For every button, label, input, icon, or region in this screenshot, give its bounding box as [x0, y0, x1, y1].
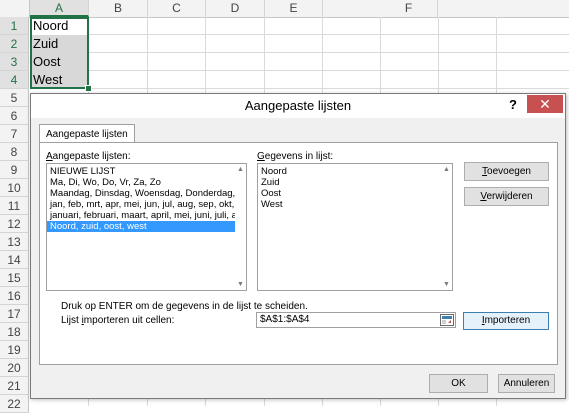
list-item[interactable]: jan, feb, mrt, apr, mei, jun, jul, aug, …	[47, 199, 246, 210]
list-item[interactable]: NIEUWE LIJST	[47, 166, 246, 177]
list-item[interactable]: januari, februari, maart, april, mei, ju…	[47, 210, 246, 221]
column-header-c[interactable]: C	[148, 0, 206, 17]
grid-line	[30, 52, 569, 53]
cell-a3[interactable]: Oost	[30, 53, 88, 71]
row-header-22[interactable]: 22	[0, 395, 29, 413]
list-entries-label: Gegevens in lijst:	[257, 151, 334, 162]
tab-panel: Aangepaste lijsten: NIEUWE LIJST Ma, Di,…	[39, 142, 558, 365]
row-header-18[interactable]: 18	[0, 323, 29, 341]
list-item[interactable]: Maandag, Dinsdag, Woensdag, Donderdag, V…	[47, 188, 246, 199]
enter-hint: Druk op ENTER om de gegevens in de lijst…	[61, 301, 308, 312]
import-range-label: Lijst importeren uit cellen:	[61, 315, 175, 326]
row-header-15[interactable]: 15	[0, 269, 29, 287]
list-entry: Zuid	[261, 177, 280, 188]
list-entry: Oost	[261, 188, 282, 199]
row-header-16[interactable]: 16	[0, 287, 29, 305]
listbox-scrollbar[interactable]: ▲ ▼	[235, 164, 246, 290]
scroll-up-icon[interactable]: ▲	[441, 164, 452, 175]
row-header-21[interactable]: 21	[0, 377, 29, 395]
entries-scrollbar[interactable]: ▲ ▼	[441, 164, 452, 290]
list-item-selected[interactable]: Noord, zuid, oost, west	[47, 221, 246, 232]
grid-line	[30, 88, 569, 89]
row-header-12[interactable]: 12	[0, 215, 29, 233]
list-entry: West	[261, 199, 283, 210]
row-header-3[interactable]: 3	[0, 53, 29, 71]
add-button[interactable]: Toevoegen	[464, 162, 549, 181]
cell-a4[interactable]: West	[30, 71, 88, 89]
row-header-1[interactable]: 1	[0, 17, 29, 35]
scroll-down-icon[interactable]: ▼	[441, 279, 452, 290]
scroll-up-icon[interactable]: ▲	[235, 164, 246, 175]
grid-line	[30, 70, 569, 71]
row-header-17[interactable]: 17	[0, 305, 29, 323]
custom-lists-label: Aangepaste lijsten:	[46, 151, 131, 162]
row-header-7[interactable]: 7	[0, 125, 29, 143]
cancel-button[interactable]: Annuleren	[498, 374, 555, 393]
scroll-down-icon[interactable]: ▼	[235, 279, 246, 290]
select-all-corner[interactable]	[0, 0, 30, 17]
row-header-8[interactable]: 8	[0, 143, 29, 161]
tab-custom-lists[interactable]: Aangepaste lijsten	[39, 124, 135, 143]
column-header-e[interactable]: E	[265, 0, 323, 17]
row-header-6[interactable]: 6	[0, 107, 29, 125]
column-header-a[interactable]: A	[30, 0, 89, 17]
row-header-10[interactable]: 10	[0, 179, 29, 197]
cell-a1[interactable]: Noord	[30, 17, 88, 35]
import-button[interactable]: Importeren	[463, 312, 549, 330]
column-header-b[interactable]: B	[89, 0, 148, 17]
row-header-5[interactable]: 5	[0, 89, 29, 107]
list-entry: Noord	[261, 166, 287, 177]
fill-handle[interactable]	[85, 85, 92, 92]
custom-lists-dialog: Aangepaste lijsten ? ✕ Aangepaste lijste…	[30, 93, 566, 399]
delete-button[interactable]: Verwijderen	[464, 187, 549, 206]
list-entries-textarea[interactable]: Noord Zuid Oost West ▲ ▼	[257, 163, 453, 291]
row-header-11[interactable]: 11	[0, 197, 29, 215]
row-header-13[interactable]: 13	[0, 233, 29, 251]
cell-a2[interactable]: Zuid	[30, 35, 88, 53]
range-picker-icon[interactable]	[440, 314, 454, 326]
row-header-20[interactable]: 20	[0, 359, 29, 377]
row-header-2[interactable]: 2	[0, 35, 29, 53]
column-header-f[interactable]: F	[380, 0, 438, 17]
column-header-d[interactable]: D	[206, 0, 265, 17]
row-header-4[interactable]: 4	[0, 71, 29, 89]
import-range-field[interactable]: $A$1:$A$4	[256, 312, 456, 328]
close-button[interactable]: ✕	[527, 95, 563, 113]
import-range-value: $A$1:$A$4	[260, 314, 310, 325]
custom-lists-listbox[interactable]: NIEUWE LIJST Ma, Di, Wo, Do, Vr, Za, Zo …	[46, 163, 247, 291]
grid-line	[30, 34, 569, 35]
row-header-9[interactable]: 9	[0, 161, 29, 179]
ok-button[interactable]: OK	[429, 374, 488, 393]
list-item[interactable]: Ma, Di, Wo, Do, Vr, Za, Zo	[47, 177, 246, 188]
dialog-title: Aangepaste lijsten	[244, 98, 352, 113]
dialog-titlebar[interactable]: Aangepaste lijsten ? ✕	[31, 94, 565, 118]
row-header-19[interactable]: 19	[0, 341, 29, 359]
row-header-14[interactable]: 14	[0, 251, 29, 269]
help-button[interactable]: ?	[506, 96, 520, 114]
